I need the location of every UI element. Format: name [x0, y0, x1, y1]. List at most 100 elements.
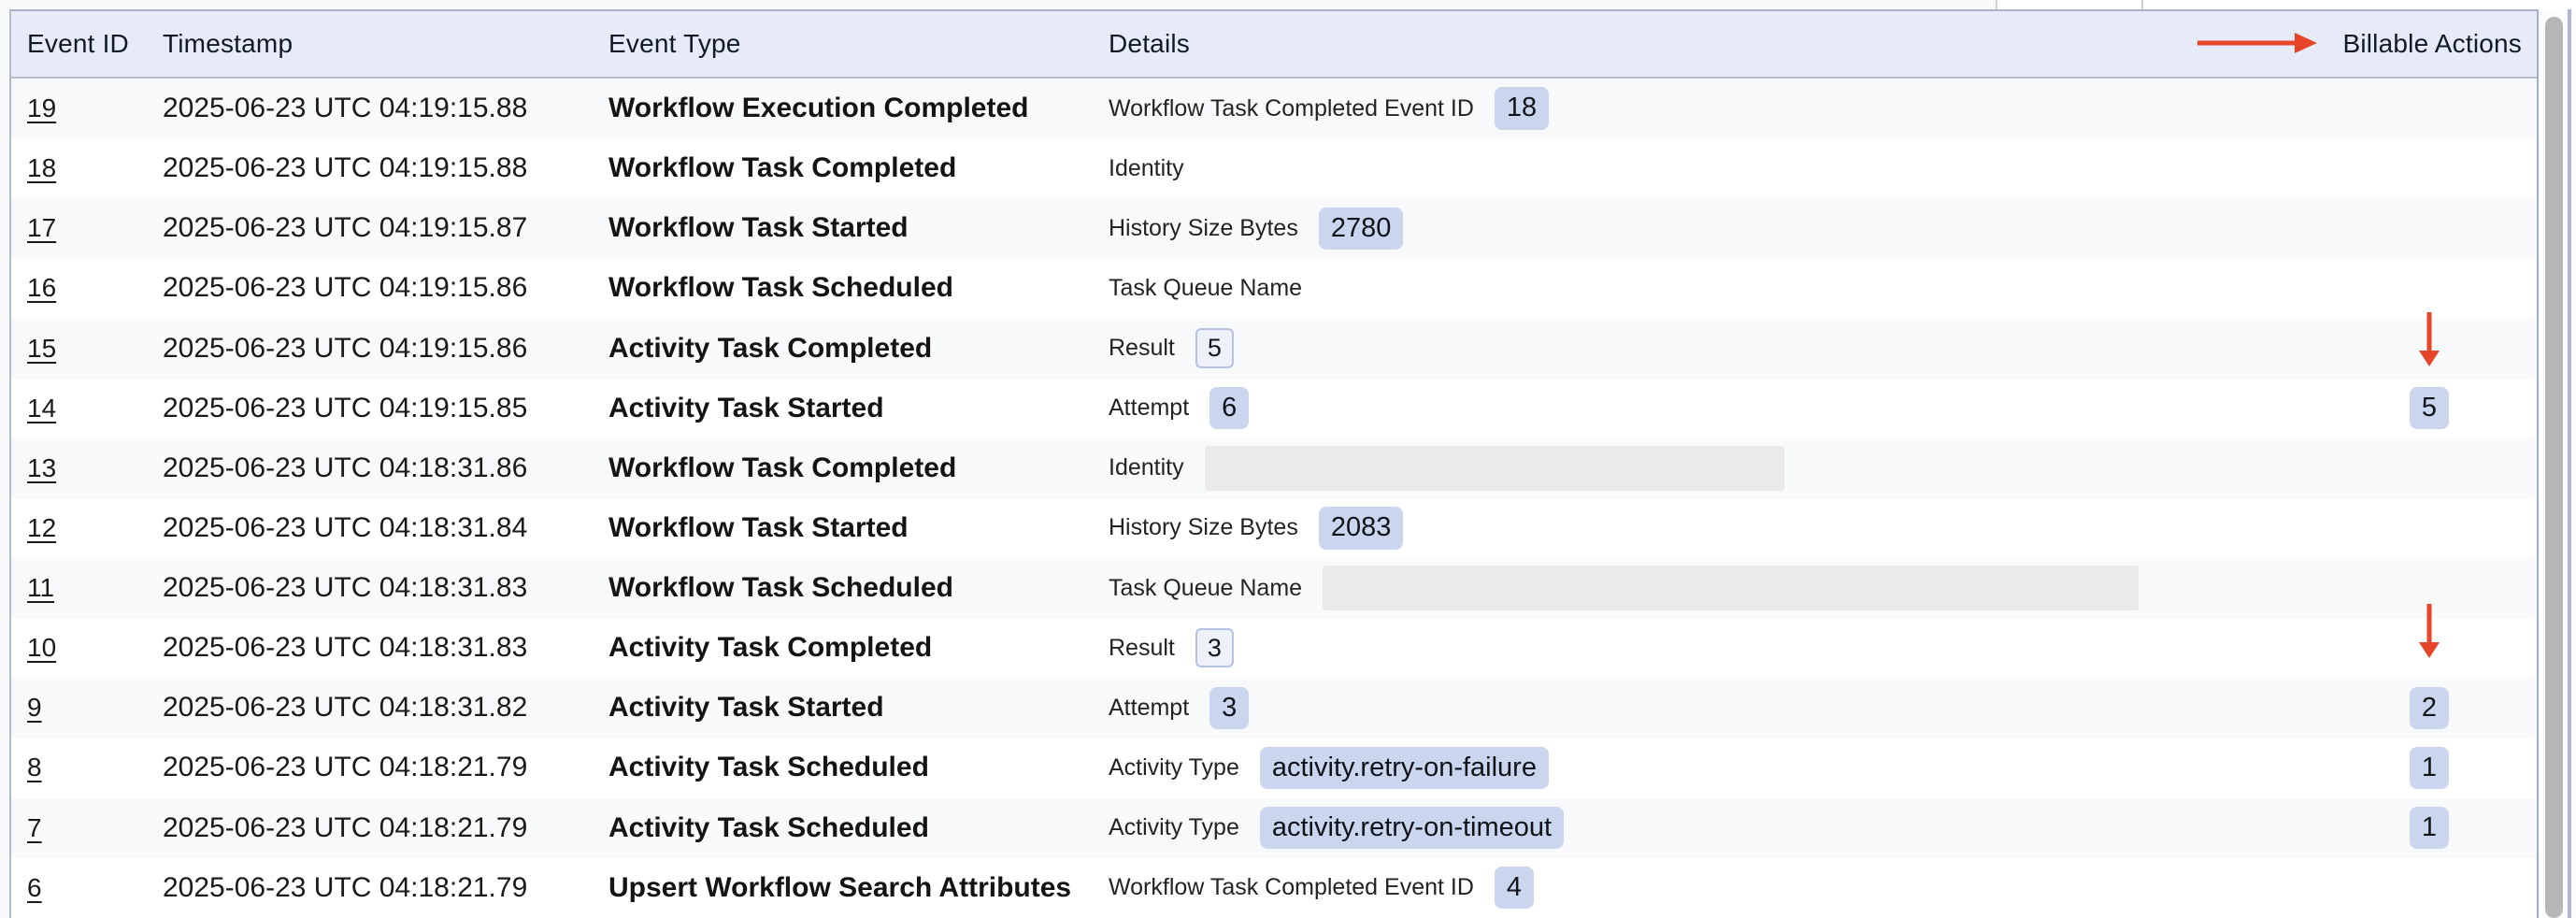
event-id-link[interactable]: 15	[27, 334, 56, 363]
event-type: Workflow Task Started	[608, 212, 1109, 244]
event-row[interactable]: 16 2025-06-23 UTC 04:19:15.86 Workflow T…	[11, 258, 2537, 318]
event-timestamp: 2025-06-23 UTC 04:19:15.87	[163, 212, 608, 244]
event-timestamp: 2025-06-23 UTC 04:18:21.79	[163, 752, 608, 783]
billable-actions-count: 2	[2410, 687, 2449, 729]
event-id-link[interactable]: 10	[27, 633, 56, 662]
top-chrome-element	[1996, 0, 2576, 9]
detail-label: Attempt	[1109, 394, 1189, 422]
detail-value-badge: 5	[1195, 328, 1234, 367]
table-header-row: Event ID Timestamp Event Type Details Bi…	[11, 11, 2537, 79]
event-type: Workflow Task Completed	[608, 152, 1109, 184]
detail-value-badge: 6	[1209, 387, 1249, 429]
event-row[interactable]: 10 2025-06-23 UTC 04:18:31.83 Activity T…	[11, 618, 2537, 678]
redacted-value-block	[1323, 566, 2139, 610]
event-timestamp: 2025-06-23 UTC 04:18:31.83	[163, 572, 608, 604]
event-type: Workflow Task Started	[608, 512, 1109, 544]
event-row[interactable]: 15 2025-06-23 UTC 04:19:15.86 Activity T…	[11, 319, 2537, 379]
column-header-event-id: Event ID	[11, 29, 163, 59]
top-chrome-divider	[2141, 0, 2143, 9]
detail-value-badge: 4	[1495, 867, 1534, 909]
detail-label: Workflow Task Completed Event ID	[1109, 874, 1474, 901]
detail-value-badge: 18	[1495, 87, 1549, 129]
event-type: Workflow Task Scheduled	[608, 272, 1109, 304]
column-header-details: Details	[1109, 29, 2322, 59]
event-timestamp: 2025-06-23 UTC 04:18:21.79	[163, 872, 608, 904]
event-row[interactable]: 13 2025-06-23 UTC 04:18:31.86 Workflow T…	[11, 438, 2537, 498]
event-timestamp: 2025-06-23 UTC 04:18:31.83	[163, 632, 608, 664]
detail-label: History Size Bytes	[1109, 514, 1298, 541]
window-edge	[2568, 9, 2571, 918]
event-type: Activity Task Completed	[608, 333, 1109, 365]
event-timestamp: 2025-06-23 UTC 04:18:31.86	[163, 452, 608, 484]
event-id-link[interactable]: 11	[27, 573, 54, 602]
detail-label: History Size Bytes	[1109, 215, 1298, 242]
column-header-event-type: Event Type	[608, 29, 1109, 59]
event-timestamp: 2025-06-23 UTC 04:19:15.88	[163, 152, 608, 184]
event-id-link[interactable]: 7	[27, 813, 42, 842]
detail-label: Result	[1109, 635, 1175, 662]
event-id-link[interactable]: 9	[27, 693, 42, 722]
event-row[interactable]: 18 2025-06-23 UTC 04:19:15.88 Workflow T…	[11, 138, 2537, 198]
event-type: Workflow Task Scheduled	[608, 572, 1109, 604]
detail-label: Identity	[1109, 454, 1184, 481]
event-type: Workflow Task Completed	[608, 452, 1109, 484]
detail-label: Activity Type	[1109, 754, 1239, 782]
event-timestamp: 2025-06-23 UTC 04:19:15.85	[163, 393, 608, 424]
detail-value-badge: 3	[1195, 628, 1234, 667]
event-timestamp: 2025-06-23 UTC 04:18:21.79	[163, 812, 608, 844]
event-row[interactable]: 7 2025-06-23 UTC 04:18:21.79 Activity Ta…	[11, 798, 2537, 858]
detail-value-badge: activity.retry-on-timeout	[1260, 807, 1564, 849]
event-id-link[interactable]: 17	[27, 213, 56, 242]
scrollbar-thumb[interactable]	[2545, 17, 2563, 918]
detail-label: Workflow Task Completed Event ID	[1109, 95, 1474, 122]
event-row[interactable]: 17 2025-06-23 UTC 04:19:15.87 Workflow T…	[11, 198, 2537, 258]
detail-label: Task Queue Name	[1109, 275, 1302, 302]
detail-label: Task Queue Name	[1109, 575, 1302, 602]
billable-actions-count: 5	[2410, 387, 2449, 429]
redacted-value-block	[1205, 446, 1784, 491]
event-row[interactable]: 14 2025-06-23 UTC 04:19:15.85 Activity T…	[11, 379, 2537, 438]
table-body: 19 2025-06-23 UTC 04:19:15.88 Workflow E…	[11, 79, 2537, 918]
event-id-link[interactable]: 12	[27, 513, 56, 542]
column-header-billable-actions: Billable Actions	[2322, 29, 2537, 59]
event-timestamp: 2025-06-23 UTC 04:18:31.82	[163, 692, 608, 724]
billable-actions-count: 1	[2410, 747, 2449, 789]
detail-label: Attempt	[1109, 695, 1189, 722]
event-id-link[interactable]: 13	[27, 453, 56, 482]
event-row[interactable]: 19 2025-06-23 UTC 04:19:15.88 Workflow E…	[11, 79, 2537, 138]
event-type: Activity Task Scheduled	[608, 812, 1109, 844]
event-type: Workflow Execution Completed	[608, 93, 1109, 124]
event-row[interactable]: 9 2025-06-23 UTC 04:18:31.82 Activity Ta…	[11, 678, 2537, 738]
event-id-link[interactable]: 6	[27, 873, 42, 902]
event-id-link[interactable]: 14	[27, 394, 56, 423]
event-row[interactable]: 8 2025-06-23 UTC 04:18:21.79 Activity Ta…	[11, 738, 2537, 797]
event-type: Activity Task Started	[608, 393, 1109, 424]
event-timestamp: 2025-06-23 UTC 04:18:31.84	[163, 512, 608, 544]
detail-value-badge: activity.retry-on-failure	[1260, 747, 1549, 789]
event-id-link[interactable]: 19	[27, 93, 56, 122]
detail-label: Activity Type	[1109, 814, 1239, 841]
event-row[interactable]: 6 2025-06-23 UTC 04:18:21.79 Upsert Work…	[11, 858, 2537, 918]
event-row[interactable]: 11 2025-06-23 UTC 04:18:31.83 Workflow T…	[11, 558, 2537, 618]
event-id-link[interactable]: 8	[27, 753, 42, 782]
event-id-link[interactable]: 16	[27, 273, 56, 302]
detail-value-badge: 3	[1209, 687, 1249, 729]
detail-value-badge: 2780	[1319, 208, 1404, 250]
event-timestamp: 2025-06-23 UTC 04:19:15.86	[163, 333, 608, 365]
event-id-link[interactable]: 18	[27, 153, 56, 182]
event-history-table: Event ID Timestamp Event Type Details Bi…	[9, 9, 2539, 918]
detail-label: Result	[1109, 335, 1175, 362]
top-chrome-strip	[0, 0, 2576, 9]
detail-label: Identity	[1109, 155, 1184, 182]
event-type: Activity Task Scheduled	[608, 752, 1109, 783]
event-type: Upsert Workflow Search Attributes	[608, 872, 1109, 904]
event-type: Activity Task Started	[608, 692, 1109, 724]
event-timestamp: 2025-06-23 UTC 04:19:15.86	[163, 272, 608, 304]
event-row[interactable]: 12 2025-06-23 UTC 04:18:31.84 Workflow T…	[11, 498, 2537, 558]
column-header-timestamp: Timestamp	[163, 29, 608, 59]
detail-value-badge: 2083	[1319, 507, 1404, 549]
billable-actions-count: 1	[2410, 807, 2449, 849]
event-timestamp: 2025-06-23 UTC 04:19:15.88	[163, 93, 608, 124]
event-type: Activity Task Completed	[608, 632, 1109, 664]
top-chrome-divider	[1996, 0, 1997, 9]
